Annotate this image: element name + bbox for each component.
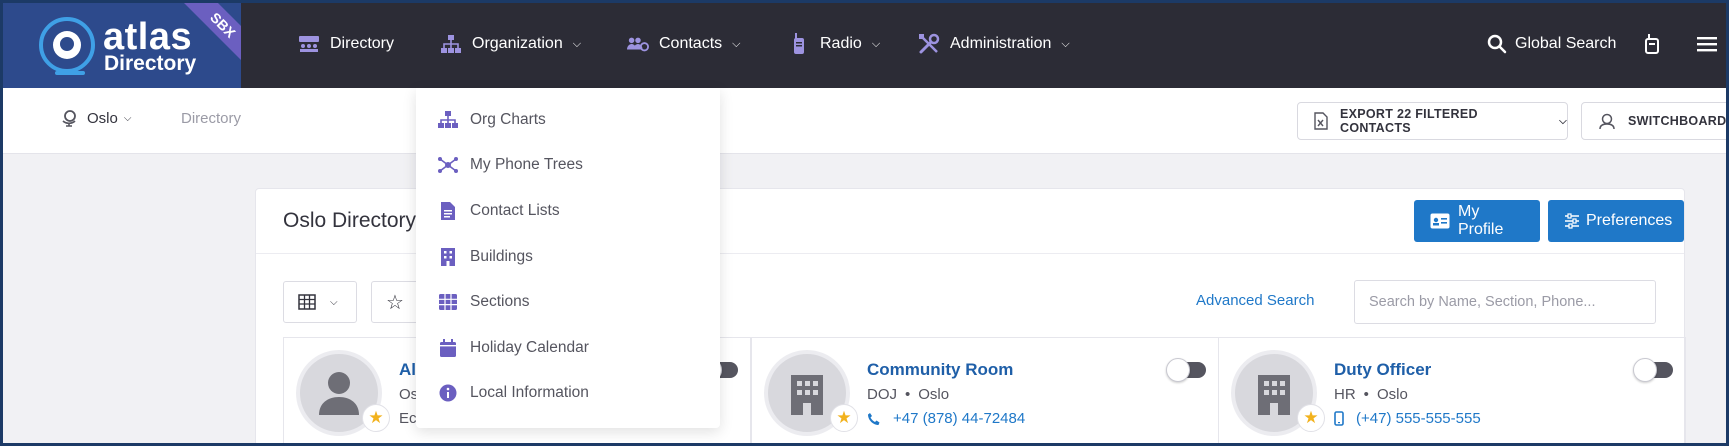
- contact-card[interactable]: ★ Duty Officer HR • Oslo (+47) 555-555-5…: [1218, 337, 1686, 446]
- contact-location: Oslo: [1376, 386, 1408, 403]
- document-icon: [438, 201, 458, 221]
- switchboard-label: SWITCHBOARD: [1628, 114, 1727, 128]
- nav-directory-label: Directory: [330, 35, 395, 52]
- globe-icon: [61, 109, 77, 127]
- table-view-icon: [298, 294, 316, 310]
- building-icon: [438, 247, 458, 267]
- menu-item-local-information[interactable]: Local Information: [416, 371, 720, 417]
- sliders-icon: [1564, 213, 1580, 229]
- switchboard-button[interactable]: SWITCHBOARD: [1581, 102, 1729, 140]
- info-icon: [438, 383, 458, 403]
- operator-headset-icon: [1598, 112, 1616, 130]
- menu-item-label: Buildings: [470, 247, 533, 265]
- chevron-down-icon: ⌵: [871, 37, 881, 50]
- nav-radio-label: Radio: [820, 35, 862, 52]
- contact-meta: DOJ • Oslo: [867, 386, 950, 403]
- menu-item-phone-trees[interactable]: My Phone Trees: [416, 143, 720, 189]
- contact-card[interactable]: ★ Community Room DOJ • Oslo +47 (878) 44…: [751, 337, 1219, 446]
- global-search-button[interactable]: Global Search: [1487, 32, 1616, 56]
- search-icon: [1487, 34, 1507, 54]
- page-title: Oslo Directory: [283, 209, 417, 232]
- sub-header: Oslo ⌵ Directory EXPORT 22 FILTERED CONT…: [3, 88, 1729, 154]
- nav-organization[interactable]: Organization ⌵: [440, 32, 581, 56]
- calendar-icon: [438, 338, 458, 358]
- export-contacts-button[interactable]: EXPORT 22 FILTERED CONTACTS ⌵: [1297, 102, 1568, 140]
- hamburger-menu-icon: [1696, 35, 1718, 53]
- preferences-button[interactable]: Preferences: [1548, 200, 1684, 242]
- id-card-icon: [1430, 213, 1450, 229]
- nav-contacts[interactable]: Contacts ⌵: [627, 32, 740, 56]
- top-navigation-bar: atlas Directory SBX Directory Organizati…: [0, 0, 1729, 88]
- location-selector[interactable]: Oslo ⌵: [61, 109, 131, 127]
- chevron-down-icon: ⌵: [1061, 37, 1070, 50]
- radio-icon: [788, 33, 810, 54]
- star-outline-icon: ☆: [386, 291, 404, 314]
- menu-item-buildings[interactable]: Buildings: [416, 234, 720, 280]
- contact-name[interactable]: Community Room: [867, 360, 1013, 380]
- nav-contacts-label: Contacts: [659, 35, 723, 52]
- grid-icon: [438, 292, 458, 312]
- brand-logo[interactable]: atlas Directory SBX: [3, 3, 241, 88]
- export-label: EXPORT 22 FILTERED CONTACTS: [1340, 107, 1478, 135]
- hamburger-menu-button[interactable]: [1696, 32, 1718, 56]
- advanced-search-link[interactable]: Advanced Search: [1196, 292, 1314, 309]
- org-chart-icon: [440, 34, 462, 54]
- contact-dept: HR: [1334, 386, 1356, 403]
- contacts-icon: [627, 34, 649, 54]
- contact-location: Oslo: [918, 386, 950, 403]
- favorite-star-icon[interactable]: ★: [1297, 404, 1325, 432]
- directory-icon: [298, 34, 320, 54]
- chevron-down-icon: ⌵: [732, 37, 741, 50]
- search-input[interactable]: [1354, 280, 1656, 324]
- menu-item-label: Org Charts: [470, 110, 546, 128]
- contact-name[interactable]: Duty Officer: [1334, 360, 1431, 380]
- view-mode-selector[interactable]: ⌵: [283, 281, 357, 323]
- menu-item-org-charts[interactable]: Org Charts: [416, 97, 720, 143]
- chevron-down-icon: ⌵: [123, 112, 132, 124]
- chevron-down-icon: ⌵: [330, 296, 338, 308]
- menu-item-contact-lists[interactable]: Contact Lists: [416, 188, 720, 234]
- breadcrumb[interactable]: Directory: [181, 110, 241, 127]
- menu-item-label: My Phone Trees: [470, 156, 583, 174]
- chevron-down-icon: ⌵: [572, 37, 582, 50]
- favorite-star-icon[interactable]: ★: [362, 404, 390, 432]
- brand-name: atlas: [103, 16, 193, 58]
- my-profile-button[interactable]: My Profile: [1414, 200, 1540, 242]
- menu-item-label: Local Information: [470, 384, 589, 402]
- preferences-label: Preferences: [1586, 212, 1673, 229]
- contact-section: Ec: [399, 410, 417, 427]
- menu-item-sections[interactable]: Sections: [416, 279, 720, 325]
- walkie-talkie-icon: [1644, 34, 1660, 54]
- contact-meta: HR • Oslo: [1334, 386, 1408, 403]
- global-search-label: Global Search: [1515, 35, 1617, 52]
- radio-status-button[interactable]: [1644, 32, 1660, 56]
- my-profile-label: My Profile: [1458, 203, 1504, 238]
- globe-logo-icon: [39, 17, 95, 73]
- organization-dropdown-menu: Org Charts My Phone Trees Contact Lists …: [416, 88, 720, 428]
- contact-toggle[interactable]: [1633, 358, 1673, 382]
- brand-subtitle: Directory: [104, 52, 197, 75]
- favorite-star-icon[interactable]: ★: [830, 404, 858, 432]
- menu-item-label: Sections: [470, 293, 530, 311]
- chevron-down-icon: ⌵: [1559, 115, 1567, 127]
- tools-icon: [918, 33, 940, 54]
- phone-tree-icon: [438, 155, 458, 175]
- contact-phone[interactable]: +47 (878) 44-72484: [867, 410, 1025, 427]
- contact-phone[interactable]: (+47) 555-555-555: [1334, 410, 1481, 427]
- contact-toggle[interactable]: [1166, 358, 1206, 382]
- contact-dept: DOJ: [867, 386, 897, 403]
- location-label: Oslo: [87, 109, 118, 127]
- menu-item-label: Holiday Calendar: [470, 338, 589, 356]
- excel-file-icon: [1314, 112, 1328, 130]
- menu-item-label: Contact Lists: [470, 201, 560, 219]
- nav-directory[interactable]: Directory: [298, 32, 394, 56]
- nav-radio[interactable]: Radio ⌵: [788, 32, 880, 56]
- mobile-phone-icon: [1334, 411, 1344, 426]
- sitemap-icon: [438, 110, 458, 130]
- menu-item-holiday-calendar[interactable]: Holiday Calendar: [416, 325, 720, 371]
- phone-icon: [867, 412, 881, 426]
- nav-administration[interactable]: Administration ⌵: [918, 32, 1070, 56]
- nav-administration-label: Administration: [950, 35, 1052, 52]
- nav-organization-label: Organization: [472, 35, 563, 52]
